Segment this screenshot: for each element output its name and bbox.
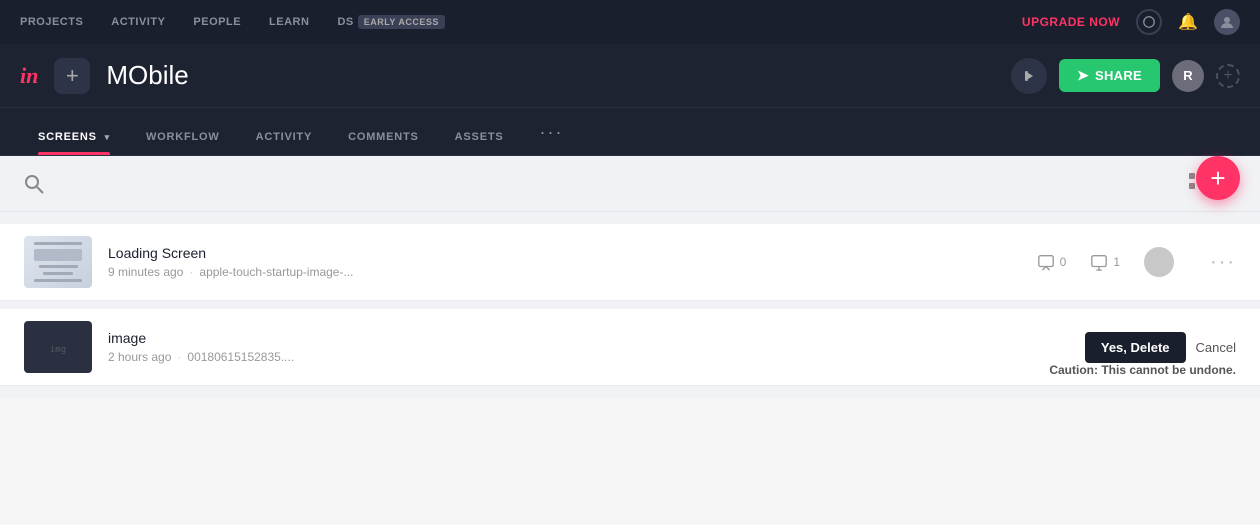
screen-thumbnail-2: img — [24, 321, 92, 373]
screen-info-2: image 2 hours ago · 00180615152835.... — [108, 330, 1085, 364]
nav-circle-icon[interactable] — [1136, 9, 1162, 35]
circle-icon — [1142, 15, 1156, 29]
screen-name[interactable]: Loading Screen — [108, 245, 1037, 261]
caution-message: Caution: This cannot be undone. — [1049, 363, 1236, 377]
thumb-line-2 — [39, 265, 78, 268]
screen-list: Loading Screen 9 minutes ago · apple-tou… — [0, 212, 1260, 398]
play-icon — [1022, 69, 1036, 83]
top-nav-right: UPGRADE NOW 🔔 — [1022, 9, 1240, 35]
project-bar-right: ➤ SHARE R + — [1011, 58, 1240, 94]
nav-people[interactable]: PEOPLE — [193, 16, 241, 28]
screen-time-2: 2 hours ago — [108, 350, 171, 364]
nav-learn[interactable]: LEARN — [269, 16, 309, 28]
caution-detail: This cannot be undone. — [1101, 363, 1236, 377]
svg-text:img: img — [50, 345, 66, 355]
search-button[interactable] — [24, 174, 44, 194]
add-project-button[interactable]: + — [54, 58, 90, 94]
share-arrow-icon: ➤ — [1077, 67, 1089, 84]
collaborator-avatar[interactable]: R — [1172, 60, 1204, 92]
screen-count[interactable]: 1 — [1090, 253, 1120, 271]
thumb-rect — [34, 249, 82, 261]
user-icon — [1220, 15, 1234, 29]
screen-filename: apple-touch-startup-image-... — [199, 265, 353, 279]
screens-chevron-icon: ▾ — [105, 132, 110, 142]
screen-time: 9 minutes ago — [108, 265, 183, 279]
screen-info: Loading Screen 9 minutes ago · apple-tou… — [108, 245, 1037, 279]
top-nav-left: PROJECTS ACTIVITY PEOPLE LEARN DS EARLY … — [20, 15, 445, 29]
nav-activity[interactable]: ACTIVITY — [111, 16, 165, 28]
tab-comments[interactable]: COMMENTS — [330, 131, 437, 155]
comment-count[interactable]: 0 — [1037, 253, 1067, 271]
early-access-badge: EARLY ACCESS — [358, 15, 445, 29]
project-title: MObile — [106, 60, 188, 91]
screen-meta: 9 minutes ago · apple-touch-startup-imag… — [108, 265, 1037, 279]
caution-label: Caution: — [1049, 363, 1098, 377]
tab-more-button[interactable]: ··· — [521, 122, 563, 155]
tab-workflow[interactable]: WORKFLOW — [128, 131, 238, 155]
content-toolbar — [0, 156, 1260, 212]
screen-thumbnail — [24, 236, 92, 288]
screen-name-2[interactable]: image — [108, 330, 1085, 346]
separator-dot: · — [189, 265, 193, 279]
screen-filename-2: 00180615152835.... — [187, 350, 294, 364]
tab-bar: SCREENS ▾ WORKFLOW ACTIVITY COMMENTS ASS… — [0, 108, 1260, 156]
tab-screens[interactable]: SCREENS ▾ — [20, 131, 128, 155]
screen-actions: 0 1 ··· — [1037, 247, 1236, 277]
more-options-button[interactable]: ··· — [1210, 251, 1236, 274]
thumb-line-4 — [34, 279, 82, 282]
chat-icon — [1037, 253, 1055, 271]
nav-ds: DS EARLY ACCESS — [337, 15, 444, 29]
tab-assets[interactable]: ASSETS — [437, 131, 522, 155]
monitor-icon — [1090, 253, 1108, 271]
image-thumb-icon: img — [38, 332, 78, 362]
tab-activity[interactable]: ACTIVITY — [238, 131, 331, 155]
project-bar-left: in + MObile — [20, 58, 189, 94]
project-bar: in + MObile ➤ SHARE R + — [0, 44, 1260, 108]
comment-number: 0 — [1060, 255, 1067, 269]
main-content: Loading Screen 9 minutes ago · apple-tou… — [0, 156, 1260, 398]
bell-icon[interactable]: 🔔 — [1178, 12, 1198, 32]
user-avatar-top[interactable] — [1214, 9, 1240, 35]
search-icon — [24, 174, 44, 194]
thumb-preview — [24, 236, 92, 288]
thumb-line-3 — [43, 272, 73, 275]
yes-delete-button[interactable]: Yes, Delete — [1085, 332, 1186, 363]
thumb-line-1 — [34, 242, 82, 245]
add-collaborator-button[interactable]: + — [1216, 64, 1240, 88]
nav-projects[interactable]: PROJECTS — [20, 16, 83, 28]
separator-dot-2: · — [177, 350, 181, 364]
screen-row-2: img image 2 hours ago · 00180615152835..… — [0, 309, 1260, 386]
cancel-delete-button[interactable]: Cancel — [1196, 340, 1236, 355]
play-button[interactable] — [1011, 58, 1047, 94]
share-button[interactable]: ➤ SHARE — [1059, 59, 1160, 92]
top-nav: PROJECTS ACTIVITY PEOPLE LEARN DS EARLY … — [0, 0, 1260, 44]
invision-logo[interactable]: in — [20, 63, 38, 89]
tab-bar-left: SCREENS ▾ WORKFLOW ACTIVITY COMMENTS ASS… — [20, 122, 563, 155]
fab-add-button[interactable]: + — [1196, 156, 1240, 200]
screen-assignee-avatar[interactable] — [1144, 247, 1174, 277]
screen-meta-2: 2 hours ago · 00180615152835.... — [108, 350, 1085, 364]
screen-number: 1 — [1113, 255, 1120, 269]
screen-row: Loading Screen 9 minutes ago · apple-tou… — [0, 224, 1260, 301]
delete-confirm-panel: Yes, Delete Cancel — [1085, 332, 1236, 363]
upgrade-now-button[interactable]: UPGRADE NOW — [1022, 15, 1120, 29]
